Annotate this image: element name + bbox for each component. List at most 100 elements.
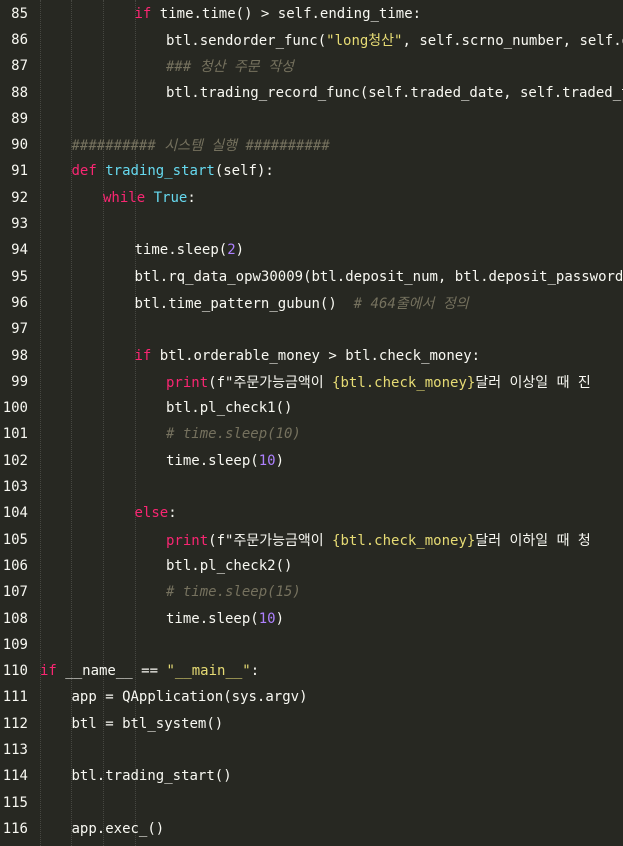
code-line[interactable]: 110 if __name__ == "__main__": — [0, 658, 623, 684]
code-text: time.sleep(10) — [166, 453, 284, 469]
line-number: 89 — [11, 110, 28, 127]
code-token: def — [71, 163, 97, 180]
code-text: def trading_start(self): — [72, 163, 274, 179]
code-line[interactable]: 112 btl = btl_system() — [0, 711, 623, 737]
code-line[interactable]: 96 btl.time_pattern_gubun() # 464줄에서 정의 — [0, 290, 623, 316]
line-number: 110 — [2, 663, 28, 680]
code-line[interactable]: 103 — [0, 474, 623, 500]
code-line[interactable]: 92 while True: — [0, 185, 623, 211]
line-number: 111 — [2, 689, 28, 706]
code-editor[interactable]: 85 if time.time() > self.ending_time: 86 bt… — [0, 0, 623, 846]
code-line[interactable]: 90 ########## 시스템 실행 ########## — [0, 132, 623, 158]
code-token: if — [40, 663, 57, 680]
code-token: True — [153, 189, 188, 206]
code-token: time.sleep( — [134, 242, 228, 259]
line-number: 87 — [11, 58, 28, 75]
code-line[interactable]: 106 btl.pl_check2() — [0, 553, 623, 579]
code-text: print(f"주문가능금액이 {btl.check_money}달러 이하일 … — [166, 530, 591, 550]
code-token: # time.sleep(10) — [166, 426, 301, 443]
code-line[interactable]: 100 btl.pl_check1() — [0, 395, 623, 421]
code-line[interactable]: 86 btl.sendorder_func("long청산", self.scrn… — [0, 27, 623, 53]
code-line[interactable]: 107 # time.sleep(15) — [0, 579, 623, 605]
line-number: 116 — [2, 820, 28, 837]
code-token: (f"주문가능금액이 — [208, 532, 333, 549]
code-token: btl.rq_data_opw30009(btl.deposit_num, bt… — [134, 268, 623, 285]
code-line[interactable]: 87 ### 청산 주문 작성 — [0, 53, 623, 79]
code-text: btl.trading_start() — [72, 768, 232, 784]
code-text: if __name__ == "__main__": — [40, 663, 259, 679]
line-number: 97 — [11, 321, 28, 338]
code-text: print(f"주문가능금액이 {btl.check_money}달러 이상일 … — [166, 372, 591, 392]
line-number: 93 — [11, 216, 28, 233]
code-token: 10 — [258, 610, 276, 627]
code-text: btl.trading_record_func(self.traded_date… — [166, 85, 623, 101]
code-token: ) — [275, 452, 285, 469]
code-line[interactable]: 105 print(f"주문가능금액이 {btl.check_money}달러 이… — [0, 527, 623, 553]
line-number: 102 — [2, 452, 28, 469]
line-number: 88 — [11, 84, 28, 101]
code-line[interactable]: 114 btl.trading_start() — [0, 763, 623, 789]
code-text: # time.sleep(15) — [166, 584, 301, 600]
code-token: : — [250, 663, 260, 680]
code-token: time.sleep( — [166, 610, 259, 627]
code-token: if — [134, 347, 152, 364]
code-line[interactable]: 113 — [0, 737, 623, 763]
code-line[interactable]: 111 app = QApplication(sys.argv) — [0, 684, 623, 710]
code-token: : — [187, 189, 196, 206]
code-line[interactable]: 99 print(f"주문가능금액이 {btl.check_money}달러 이상… — [0, 369, 623, 395]
line-number: 112 — [2, 715, 28, 732]
code-line[interactable]: 94 time.sleep(2) — [0, 237, 623, 263]
code-line[interactable]: 102 time.sleep(10) — [0, 448, 623, 474]
code-line[interactable]: 97 — [0, 316, 623, 342]
code-line[interactable]: 95 btl.rq_data_opw30009(btl.deposit_num, … — [0, 264, 623, 290]
line-number: 108 — [2, 610, 28, 627]
line-number: 95 — [11, 268, 28, 285]
code-token: time.sleep( — [166, 452, 259, 469]
code-line[interactable]: 88 btl.trading_record_func(self.traded_da… — [0, 79, 623, 105]
line-number: 107 — [2, 584, 28, 601]
code-token: print — [166, 374, 209, 391]
code-token: trading_start — [105, 163, 215, 180]
code-line[interactable]: 91 def trading_start(self): — [0, 158, 623, 184]
line-number: 86 — [11, 31, 28, 48]
code-token: 10 — [258, 452, 276, 469]
code-line[interactable]: 89 — [0, 106, 623, 132]
line-number: 105 — [2, 531, 28, 548]
line-number: 113 — [2, 742, 28, 759]
code-token: 달러 이하일 때 청 — [475, 532, 591, 549]
code-token: ########## 시스템 실행 ########## — [71, 138, 330, 155]
code-line[interactable]: 116 app.exec_() — [0, 816, 623, 842]
code-token: app = QApplication(sys.argv) — [71, 689, 308, 706]
code-token: btl.trading_start() — [71, 768, 232, 785]
line-number: 109 — [2, 636, 28, 653]
line-number: 99 — [11, 373, 28, 390]
code-line[interactable]: 108 time.sleep(10) — [0, 605, 623, 631]
code-line[interactable]: 109 — [0, 632, 623, 658]
line-number: 101 — [2, 426, 28, 443]
code-line[interactable]: 93 — [0, 211, 623, 237]
code-line[interactable]: 104 else: — [0, 500, 623, 526]
code-token: app.exec_() — [71, 820, 165, 837]
code-line[interactable]: 98 if btl.orderable_money > btl.check_mon… — [0, 342, 623, 368]
code-text: ### 청산 주문 작성 — [166, 56, 294, 76]
code-token: # 464줄에서 정의 — [353, 295, 469, 312]
line-number: 92 — [11, 189, 28, 206]
line-number: 104 — [2, 505, 28, 522]
code-token: btl.sendorder_func( — [166, 32, 327, 49]
line-number: 114 — [2, 768, 28, 785]
code-text: btl.sendorder_func("long청산", self.scrno_… — [166, 30, 623, 50]
line-number: 100 — [2, 400, 28, 417]
code-token: else — [134, 505, 169, 522]
code-line[interactable]: 101 # time.sleep(10) — [0, 421, 623, 447]
code-token: ) — [235, 242, 245, 259]
code-token: "__main__" — [166, 663, 251, 680]
code-text: # time.sleep(10) — [166, 426, 301, 442]
code-line[interactable]: 115 — [0, 790, 623, 816]
code-text: while True: — [103, 190, 196, 206]
code-token: (self): — [214, 163, 274, 180]
code-token: if — [134, 5, 152, 22]
code-text: btl.rq_data_opw30009(btl.deposit_num, bt… — [135, 269, 623, 285]
code-line[interactable]: 85 if time.time() > self.ending_time: — [0, 1, 623, 27]
code-text: btl.pl_check1() — [166, 400, 292, 416]
